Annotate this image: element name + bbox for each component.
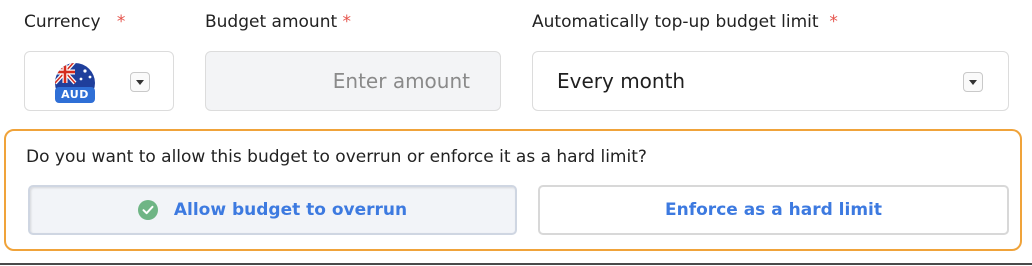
hard-limit-option[interactable]: Enforce as a hard limit: [538, 185, 1009, 235]
hard-limit-label: Enforce as a hard limit: [665, 200, 882, 220]
topup-select[interactable]: Every month: [532, 51, 1009, 111]
currency-label-text: Currency: [24, 12, 101, 32]
topup-label: Automatically top-up budget limit *: [532, 12, 838, 32]
currency-required-mark: *: [116, 12, 126, 32]
topup-dropdown-button[interactable]: [963, 72, 983, 92]
budget-required-mark: *: [342, 12, 352, 32]
budget-amount-input[interactable]: [205, 51, 501, 111]
check-circle-icon: [137, 200, 158, 220]
allow-overrun-label: Allow budget to overrun: [173, 200, 408, 220]
topup-selected-value: Every month: [557, 69, 686, 93]
budget-amount-label-text: Budget amount: [205, 12, 338, 32]
currency-dropdown-button[interactable]: [130, 72, 150, 92]
overrun-panel: Do you want to allow this budget to over…: [4, 129, 1022, 251]
caret-down-icon: [136, 79, 144, 85]
overrun-question: Do you want to allow this budget to over…: [26, 147, 647, 167]
budget-amount-label: Budget amount *: [205, 12, 351, 32]
bottom-divider: [0, 263, 1032, 265]
currency-select[interactable]: AUD: [24, 51, 174, 111]
australia-flag-icon: AUD: [53, 61, 97, 105]
caret-down-icon: [969, 79, 977, 85]
topup-label-text: Automatically top-up budget limit: [532, 12, 819, 32]
topup-required-mark: *: [829, 12, 838, 32]
currency-code-badge: AUD: [55, 87, 95, 103]
currency-label: Currency *: [24, 12, 125, 32]
allow-overrun-option[interactable]: Allow budget to overrun: [28, 185, 517, 235]
